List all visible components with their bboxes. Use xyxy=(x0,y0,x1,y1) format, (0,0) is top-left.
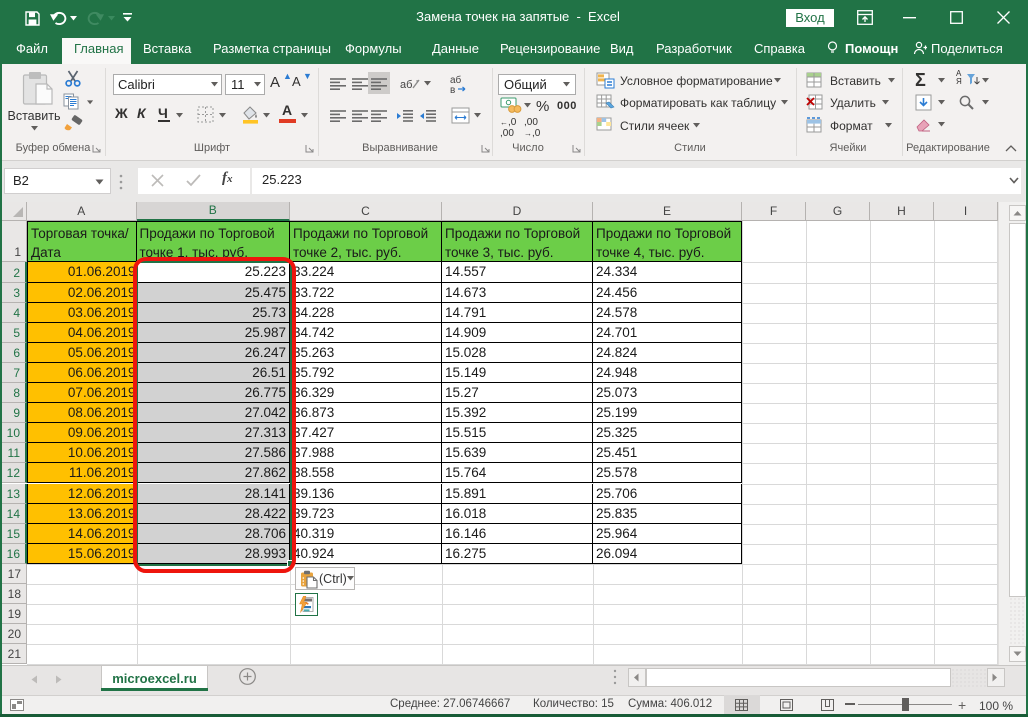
svg-text:аб: аб xyxy=(400,79,412,91)
svg-text:в: в xyxy=(450,85,455,94)
